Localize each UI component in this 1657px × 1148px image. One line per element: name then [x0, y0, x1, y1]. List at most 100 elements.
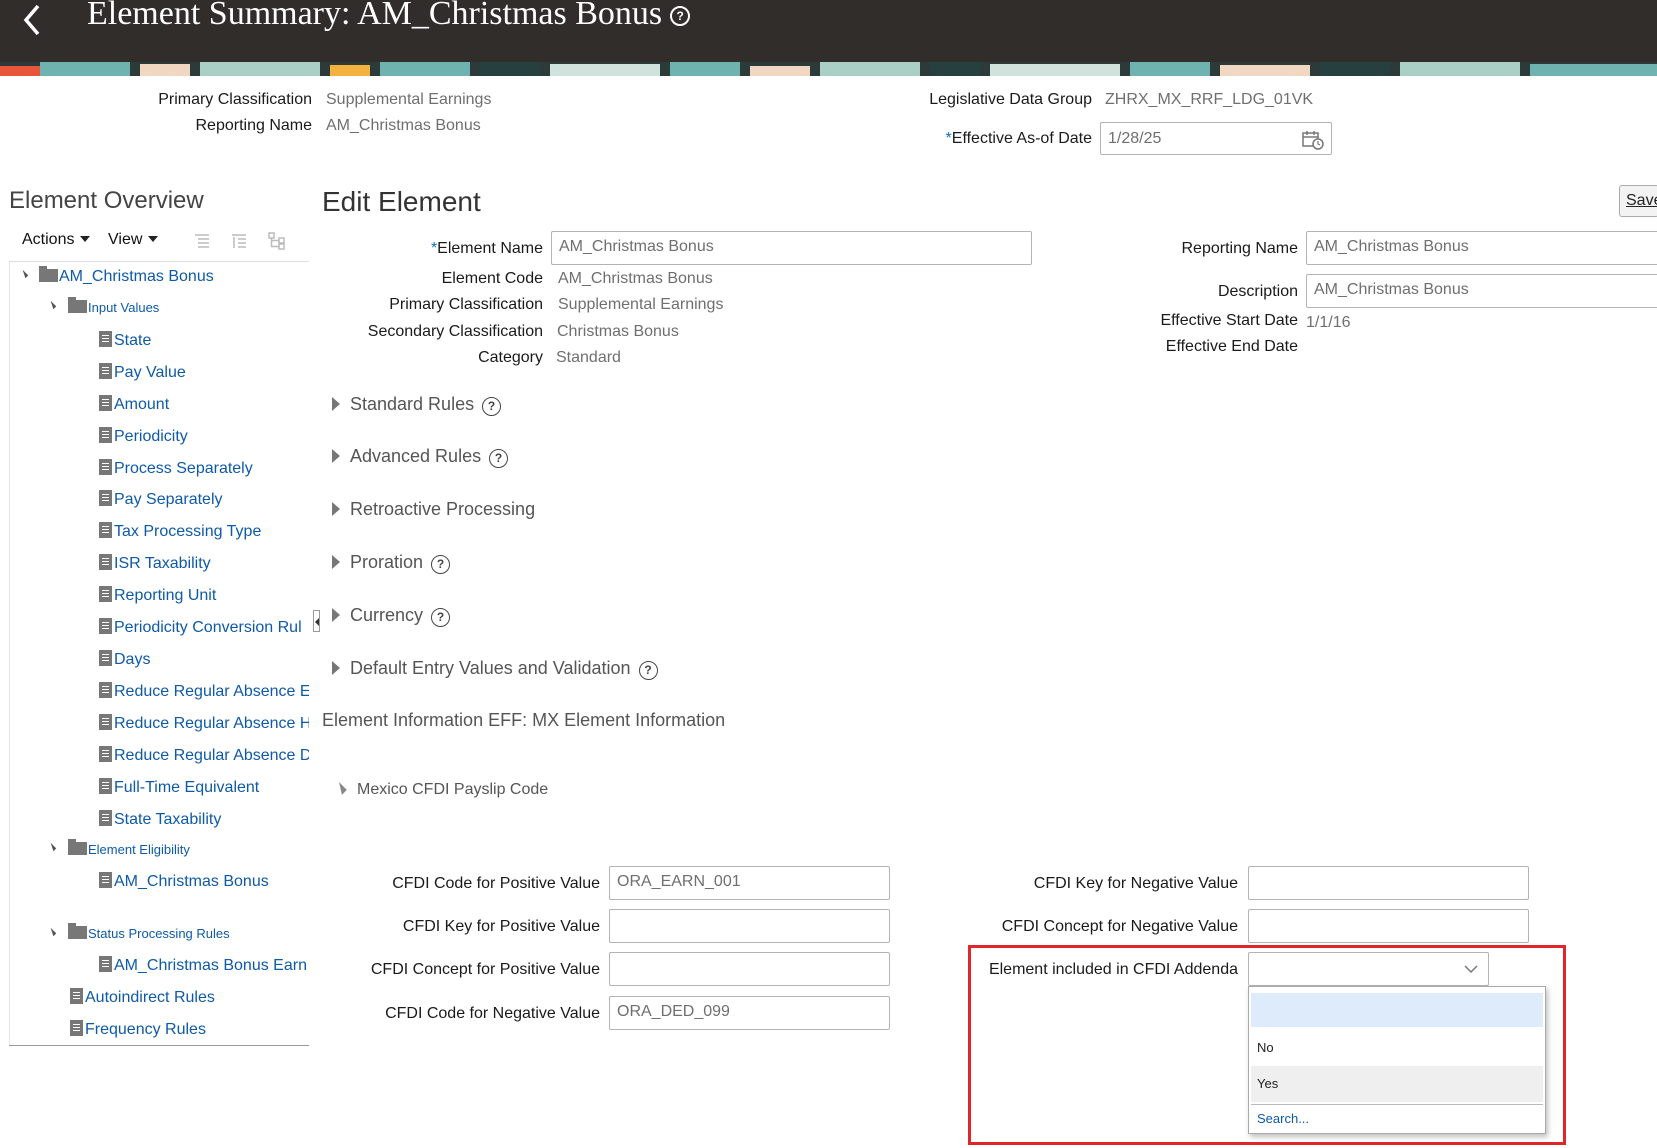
cfdi-key-negative-input[interactable]: [1248, 866, 1529, 900]
panel-splitter[interactable]: [313, 610, 320, 632]
expand-arrow-icon: [332, 555, 340, 569]
tree-leaf[interactable]: Periodicity: [99, 427, 188, 446]
reporting-name-input[interactable]: AM_Christmas Bonus: [1306, 231, 1657, 265]
section-currency[interactable]: Currency?: [332, 605, 451, 627]
cfdi-concept-positive-label: CFDI Concept for Positive Value: [370, 961, 600, 978]
dropdown-option-yes[interactable]: Yes: [1251, 1066, 1543, 1102]
primary-classification-label: Primary Classification: [389, 296, 543, 313]
tree-expanded-icon[interactable]: [19, 269, 29, 279]
tree-leaf[interactable]: AM_Christmas Bonus Earn: [99, 956, 309, 975]
tree-leaf[interactable]: ISR Taxability: [99, 554, 211, 573]
tree-leaf[interactable]: Process Separately: [99, 459, 253, 478]
cfdi-code-positive-input[interactable]: ORA_EARN_001: [609, 866, 890, 900]
expand-arrow-icon: [332, 661, 340, 675]
tree-node-autoindirect[interactable]: Autoindirect Rules: [70, 988, 215, 1007]
effective-date-input[interactable]: 1/28/25: [1100, 122, 1332, 155]
dropdown-option-no[interactable]: No: [1251, 1033, 1543, 1063]
expand-icon[interactable]: [230, 232, 248, 250]
tree-root[interactable]: AM_Christmas Bonus: [39, 266, 214, 286]
tree-leaf[interactable]: Periodicity Conversion Rul: [99, 618, 309, 637]
effective-end-date-label: Effective End Date: [1165, 338, 1298, 355]
tree-expanded-icon[interactable]: [47, 842, 57, 852]
tree-node-frequency[interactable]: Frequency Rules: [70, 1020, 206, 1039]
tree-leaf[interactable]: Reporting Unit: [99, 586, 216, 605]
section-default-entry-values[interactable]: Default Entry Values and Validation?: [332, 658, 658, 680]
cfdi-code-positive-label: CFDI Code for Positive Value: [392, 875, 600, 892]
tree-leaf[interactable]: Tax Processing Type: [99, 522, 261, 541]
description-label: Description: [1217, 283, 1298, 300]
chevron-down-icon: [80, 236, 91, 242]
collapse-icon[interactable]: [193, 232, 211, 250]
tree-leaf[interactable]: State Taxability: [99, 810, 221, 829]
tree-node-input-values[interactable]: Input Values: [68, 297, 159, 315]
actions-menu[interactable]: Actions: [22, 231, 91, 249]
section-advanced-rules[interactable]: Advanced Rules?: [332, 446, 509, 468]
tree-expanded-icon[interactable]: [47, 300, 57, 310]
help-icon[interactable]: ?: [431, 555, 451, 574]
dropdown-option-blank[interactable]: [1251, 993, 1543, 1027]
tree-leaf[interactable]: Reduce Regular Absence D: [99, 746, 309, 765]
view-menu[interactable]: View: [108, 231, 159, 249]
element-name-input[interactable]: AM_Christmas Bonus: [551, 231, 1032, 265]
tree-node-element-eligibility[interactable]: Element Eligibility: [68, 839, 190, 857]
tree-leaf[interactable]: Pay Separately: [99, 490, 223, 509]
document-icon: [99, 490, 112, 506]
description-input[interactable]: AM_Christmas Bonus: [1306, 274, 1657, 308]
document-icon: [99, 618, 112, 634]
help-icon[interactable]: ?: [638, 661, 658, 680]
help-icon[interactable]: ?: [431, 608, 451, 627]
reporting-name-label: Reporting Name: [195, 117, 313, 134]
back-icon[interactable]: [18, 2, 48, 38]
toolbar-divider: [9, 261, 309, 262]
document-icon: [99, 872, 112, 888]
tree-leaf[interactable]: Reduce Regular Absence H: [99, 714, 309, 733]
save-button[interactable]: Save: [1619, 185, 1657, 217]
cfdi-code-negative-input[interactable]: ORA_DED_099: [609, 996, 890, 1030]
tree-leaf[interactable]: Full-Time Equivalent: [99, 778, 259, 797]
document-icon: [99, 778, 112, 794]
document-icon: [99, 459, 112, 475]
section-proration[interactable]: Proration?: [332, 552, 451, 574]
cfdi-concept-negative-input[interactable]: [1248, 909, 1529, 943]
document-icon: [99, 331, 112, 347]
tree-node-status-rules[interactable]: Status Processing Rules: [68, 923, 230, 941]
tree-leaf[interactable]: State: [99, 331, 151, 350]
primary-classification-value: Supplemental Earnings: [558, 296, 724, 313]
cfdi-addenda-label: Element included in CFDI Addenda: [988, 961, 1238, 978]
cfdi-key-negative-label: CFDI Key for Negative Value: [1033, 875, 1238, 892]
cfdi-key-positive-label: CFDI Key for Positive Value: [402, 918, 600, 935]
tree-leaf[interactable]: Pay Value: [99, 363, 186, 382]
tree-expanded-icon[interactable]: [47, 927, 57, 937]
expand-arrow-icon: [332, 397, 340, 411]
section-standard-rules[interactable]: Standard Rules?: [332, 394, 502, 416]
section-retroactive-processing[interactable]: Retroactive Processing: [332, 499, 535, 520]
calendar-icon[interactable]: [1302, 130, 1324, 150]
document-icon: [99, 714, 112, 730]
effective-start-date-value: 1/1/16: [1306, 314, 1351, 331]
document-icon: [99, 586, 112, 602]
tree-leaf[interactable]: Reduce Regular Absence E: [99, 682, 309, 701]
tree-leaf[interactable]: Amount: [99, 395, 169, 414]
reporting-name-value: AM_Christmas Bonus: [326, 117, 481, 134]
expanded-triangle-icon[interactable]: [334, 782, 347, 795]
cfdi-concept-positive-input[interactable]: [609, 952, 890, 986]
element-overview-title: Element Overview: [9, 187, 204, 214]
help-icon[interactable]: ?: [489, 449, 509, 468]
secondary-classification-label: Secondary Classification: [367, 323, 543, 340]
ldg-value: ZHRX_MX_RRF_LDG_01VK: [1105, 91, 1314, 108]
dropdown-divider: [1251, 1104, 1543, 1105]
folder-icon: [39, 266, 58, 282]
dropdown-search-link[interactable]: Search...: [1251, 1106, 1543, 1132]
tree-leaf[interactable]: Days: [99, 650, 150, 669]
help-icon[interactable]: ?: [482, 397, 502, 416]
tree-leaf[interactable]: AM_Christmas Bonus: [99, 872, 269, 891]
help-icon[interactable]: ?: [670, 6, 691, 26]
eff-section-title: Element Information EFF: MX Element Info…: [322, 710, 726, 730]
cfdi-addenda-select[interactable]: [1248, 952, 1489, 986]
cfdi-key-positive-input[interactable]: [609, 909, 890, 943]
hierarchy-icon[interactable]: [268, 232, 286, 250]
edit-element-title: Edit Element: [322, 186, 481, 217]
cfdi-section-title[interactable]: Mexico CFDI Payslip Code: [357, 781, 548, 799]
document-icon: [99, 395, 112, 411]
tree-bottom-border: [9, 1045, 309, 1046]
